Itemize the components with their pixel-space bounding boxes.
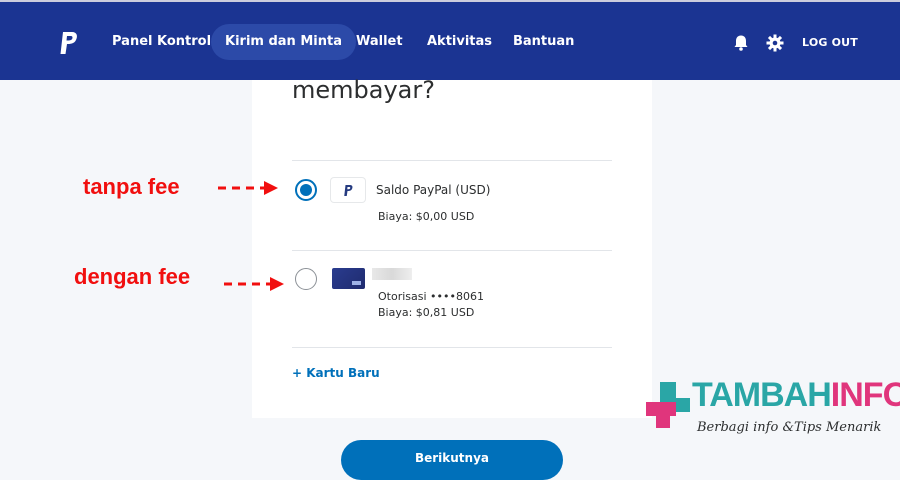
radio-card[interactable] xyxy=(295,268,317,290)
page-title: membayar? xyxy=(292,76,435,104)
nav-item-wallet[interactable]: Wallet xyxy=(342,24,417,60)
watermark-brand: TAMBAHINFO xyxy=(692,376,900,414)
paypal-logo-icon[interactable] xyxy=(56,30,80,56)
divider xyxy=(292,250,612,251)
nav-item-panel-kontrol[interactable]: Panel Kontrol xyxy=(98,24,225,60)
radio-paypal-balance[interactable] xyxy=(295,179,317,201)
add-card-link[interactable]: + Kartu Baru xyxy=(292,366,380,380)
top-navigation: Panel Kontrol Kirim dan Minta Wallet Akt… xyxy=(0,0,900,80)
nav-item-aktivitas[interactable]: Aktivitas xyxy=(413,24,506,60)
credit-card-icon xyxy=(332,268,365,289)
card-name-redacted xyxy=(372,268,412,280)
card-fee: Biaya: $0,81 USD xyxy=(378,306,475,319)
next-button[interactable]: Berikutnya xyxy=(341,440,563,480)
paypal-balance-label: Saldo PayPal (USD) xyxy=(376,183,491,197)
card-authorization: Otorisasi ••••8061 xyxy=(378,290,484,303)
annotation-with-fee: dengan fee xyxy=(74,264,191,289)
plus-logo-icon xyxy=(646,382,690,428)
gear-icon[interactable] xyxy=(766,34,784,52)
paypal-balance-icon xyxy=(331,178,365,202)
annotation-no-fee: tanpa fee xyxy=(83,174,180,199)
nav-item-bantuan[interactable]: Bantuan xyxy=(499,24,588,60)
nav-item-kirim-dan-minta[interactable]: Kirim dan Minta xyxy=(211,24,356,60)
paypal-balance-fee: Biaya: $0,00 USD xyxy=(378,210,475,223)
arrow-right-icon xyxy=(218,181,278,195)
divider xyxy=(292,160,612,161)
watermark-tagline: Berbagi info &Tips Menarik xyxy=(697,420,882,435)
arrow-right-icon xyxy=(224,277,284,291)
bell-icon[interactable] xyxy=(732,34,750,52)
divider xyxy=(292,347,612,348)
logout-button[interactable]: LOG OUT xyxy=(802,36,858,49)
